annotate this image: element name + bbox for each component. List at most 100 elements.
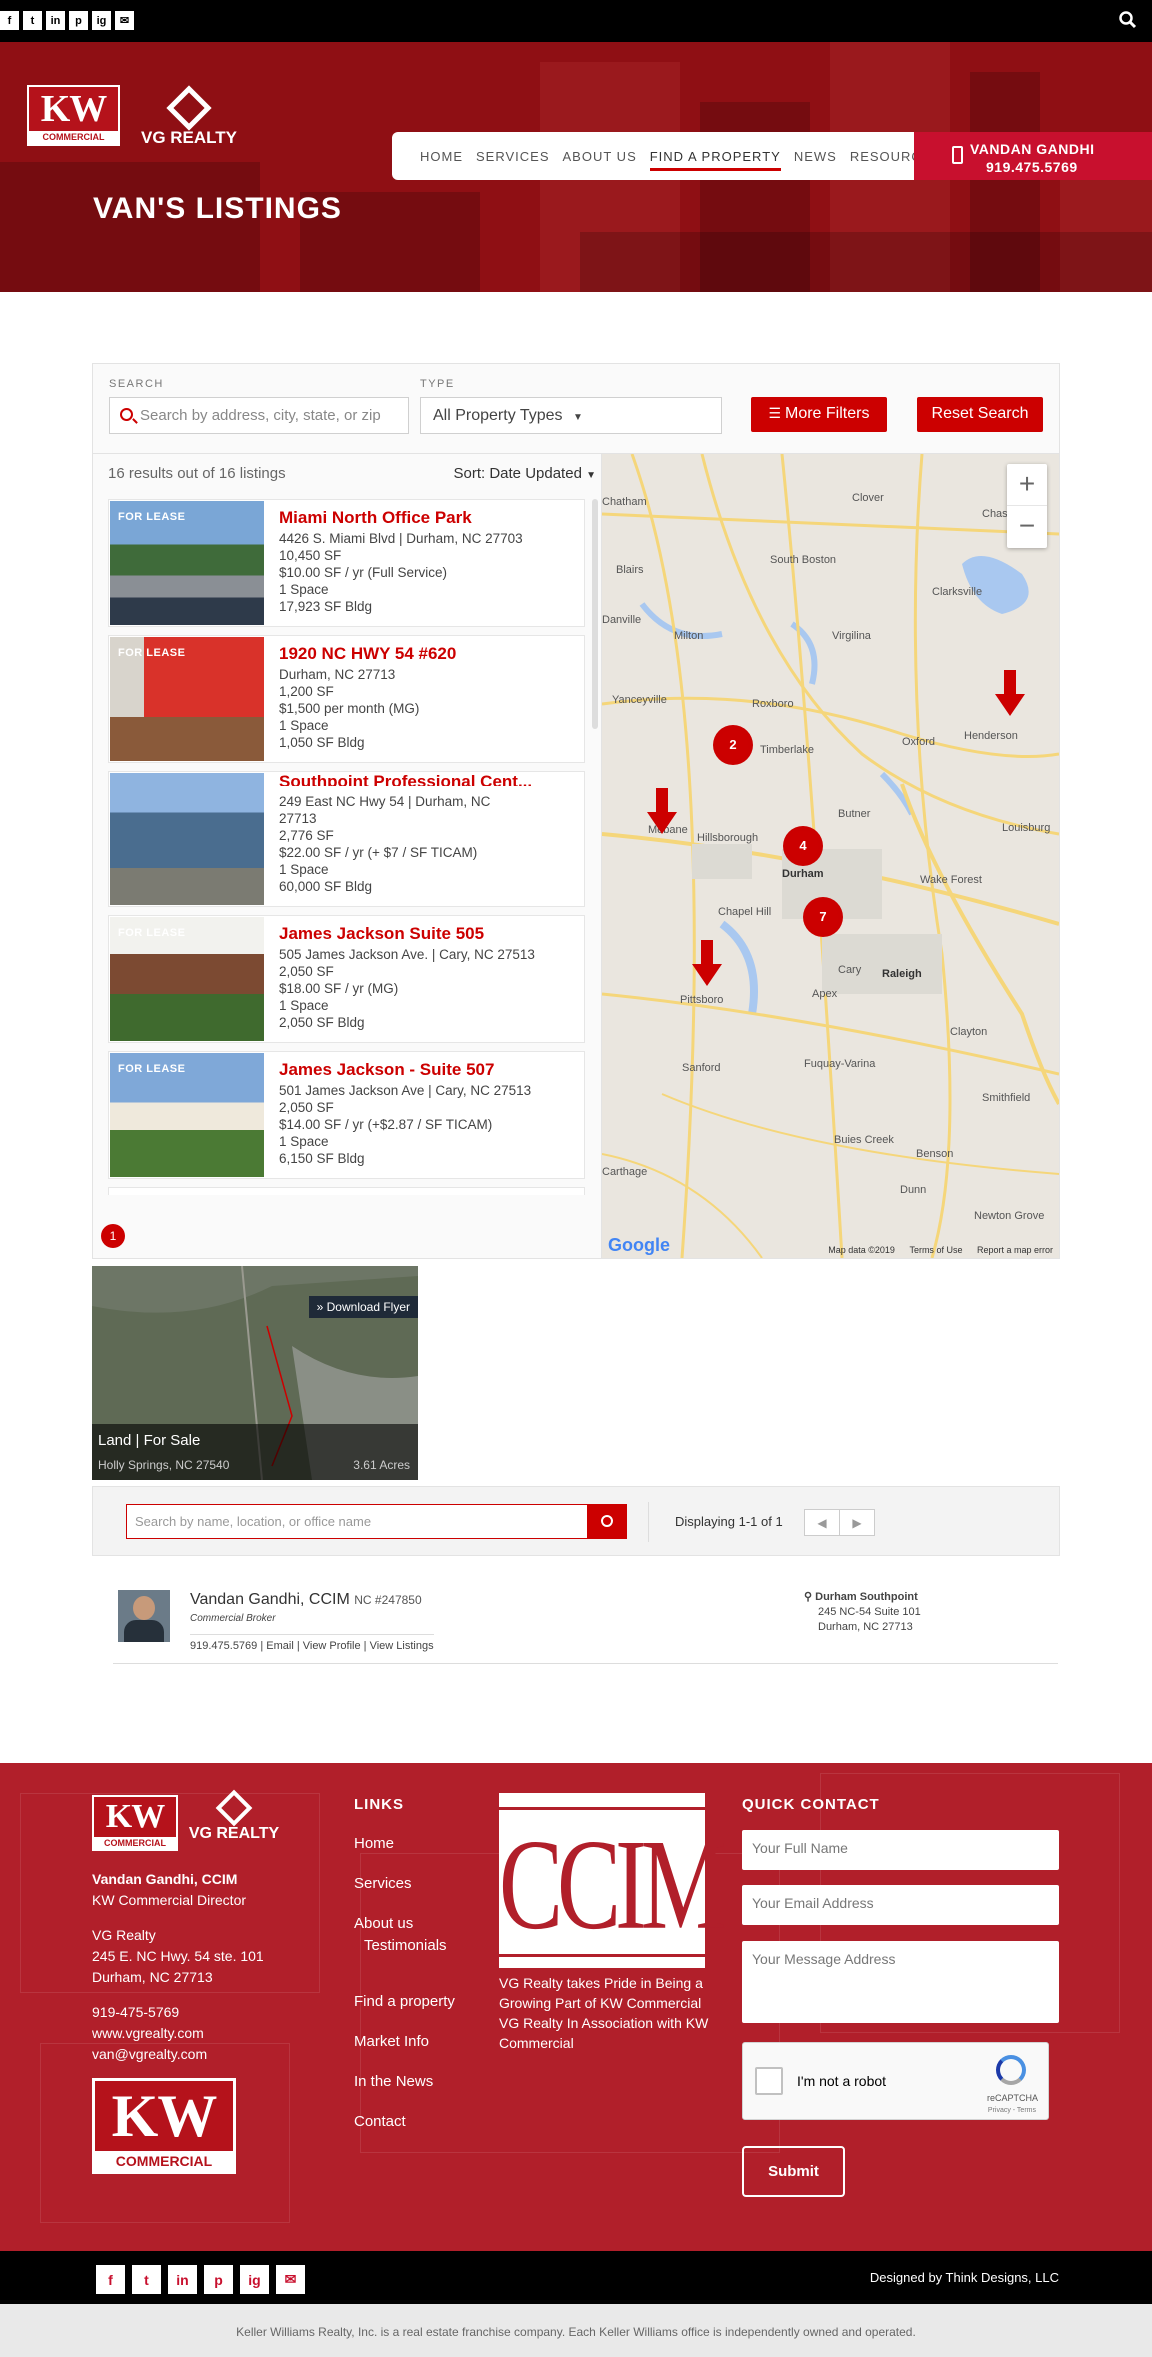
- listing-card[interactable]: FOR LEASE 1920 NC HWY 54 #620 Durham, NC…: [108, 635, 585, 763]
- listing-title[interactable]: 1920 NC HWY 54 #620: [279, 644, 456, 664]
- linkedin-icon[interactable]: in: [168, 2265, 197, 2294]
- facebook-icon[interactable]: f: [0, 11, 19, 30]
- designer-credit[interactable]: Designed by Think Designs, LLC: [870, 2270, 1059, 2285]
- listing-title[interactable]: Miami North Office Park: [279, 508, 472, 528]
- footer-link-market-info[interactable]: Market Info: [354, 2033, 429, 2050]
- nav-about-us[interactable]: ABOUT US: [563, 149, 637, 164]
- listing-spaces: 1 Space: [279, 1134, 329, 1149]
- footer-kw-large-logo[interactable]: KW COMMERCIAL: [92, 2078, 236, 2174]
- linkedin-icon[interactable]: in: [46, 11, 65, 30]
- footer-link-contact[interactable]: Contact: [354, 2113, 406, 2130]
- listing-building-size: 60,000 SF Bldg: [279, 879, 373, 894]
- search-icon: [120, 408, 133, 421]
- recaptcha-checkbox[interactable]: [755, 2067, 783, 2095]
- agent-search-input[interactable]: Search by name, location, or office name: [126, 1504, 588, 1539]
- agent-name[interactable]: Vandan Gandhi, CCIM NC #247850: [190, 1591, 422, 1609]
- map-attribution: Map data ©2019 Terms of Use Report a map…: [816, 1245, 1053, 1255]
- nav-find-a-property[interactable]: FIND A PROPERTY: [649, 149, 781, 171]
- featured-listing[interactable]: » Download Flyer Land | For Sale Holly S…: [92, 1266, 418, 1480]
- footer-social-links: f t in p ig ✉: [96, 2265, 305, 2294]
- listing-card[interactable]: FOR LEASE Miami North Office Park 4426 S…: [108, 499, 585, 627]
- more-filters-button[interactable]: ☰ More Filters: [751, 397, 887, 432]
- agent-search-button[interactable]: [587, 1504, 627, 1539]
- prev-page-button[interactable]: ◀: [804, 1509, 840, 1536]
- listing-building-size: 17,923 SF Bldg: [279, 599, 373, 614]
- address-search-input[interactable]: Search by address, city, state, or zip: [109, 397, 409, 434]
- footer-link-about-us[interactable]: About us: [354, 1915, 413, 1932]
- recaptcha-brand: reCAPTCHA: [986, 2093, 1038, 2103]
- listing-card[interactable]: [108, 1187, 585, 1195]
- pinterest-icon[interactable]: p: [69, 11, 88, 30]
- instagram-icon[interactable]: ig: [92, 11, 111, 30]
- map-label: Virgilina: [832, 630, 871, 642]
- map-cluster[interactable]: 2: [713, 725, 753, 765]
- listing-card[interactable]: FOR LEASE James Jackson - Suite 507 501 …: [108, 1051, 585, 1179]
- map-label: Buies Creek: [834, 1134, 894, 1146]
- footer-website[interactable]: www.vgrealty.com: [92, 2023, 292, 2044]
- footer-link-home[interactable]: Home: [354, 1835, 394, 1852]
- recaptcha-terms[interactable]: Privacy - Terms: [988, 2107, 1036, 2114]
- footer-vg-logo[interactable]: VG REALTY: [184, 1789, 284, 1843]
- list-scrollbar[interactable]: [592, 499, 598, 729]
- avatar[interactable]: [118, 1590, 170, 1642]
- map-terms-link[interactable]: Terms of Use: [909, 1245, 962, 1255]
- listing-title[interactable]: James Jackson Suite 505: [279, 924, 484, 944]
- twitter-icon[interactable]: t: [132, 2265, 161, 2294]
- map-report-link[interactable]: Report a map error: [977, 1245, 1053, 1255]
- email-icon[interactable]: ✉: [115, 11, 134, 30]
- nav-home[interactable]: HOME: [420, 149, 463, 164]
- ccim-logo[interactable]: CCIM: [499, 1793, 726, 1968]
- map-label: Carthage: [602, 1166, 648, 1178]
- listing-title[interactable]: Southpoint Professional Cent...: [279, 772, 532, 786]
- map-marker-icon[interactable]: [995, 670, 1025, 716]
- listing-price: $10.00 SF / yr (Full Service): [279, 565, 448, 580]
- map-marker-icon[interactable]: [647, 788, 677, 834]
- featured-location: Holly Springs, NC 27540: [98, 1458, 230, 1472]
- listing-address: Durham, NC 27713: [279, 667, 396, 682]
- instagram-icon[interactable]: ig: [240, 2265, 269, 2294]
- twitter-icon[interactable]: t: [23, 11, 42, 30]
- nav-services[interactable]: SERVICES: [476, 149, 550, 164]
- listing-card[interactable]: Southpoint Professional Cent... 249 East…: [108, 771, 585, 907]
- map-marker-icon[interactable]: [692, 940, 722, 986]
- message-field[interactable]: Your Message Address: [742, 1941, 1059, 2023]
- property-type-select[interactable]: All Property Types ▼: [420, 397, 722, 434]
- full-name-field[interactable]: Your Full Name: [742, 1830, 1059, 1870]
- map-label: Blairs: [616, 564, 644, 576]
- kw-commercial-logo[interactable]: KW COMMERCIAL: [27, 85, 120, 146]
- footer-kw-logo[interactable]: KW COMMERCIAL: [92, 1795, 178, 1851]
- results-list: 16 results out of 16 listings Sort: Date…: [93, 454, 602, 1258]
- footer-phone[interactable]: 919-475-5769: [92, 2002, 292, 2023]
- footer-link-services[interactable]: Services: [354, 1875, 412, 1892]
- zoom-out-button[interactable]: −: [1007, 506, 1047, 548]
- contact-phone-box[interactable]: VANDAN GANDHI 919.475.5769: [914, 132, 1152, 180]
- search-icon[interactable]: [1118, 10, 1138, 30]
- reset-search-button[interactable]: Reset Search: [917, 397, 1043, 432]
- nav-news[interactable]: NEWS: [794, 149, 837, 164]
- pinterest-icon[interactable]: p: [204, 2265, 233, 2294]
- footer-link-find-a-property[interactable]: Find a property: [354, 1993, 455, 2010]
- map-cluster[interactable]: 4: [783, 826, 823, 866]
- agent-links[interactable]: 919.475.5769 | Email | View Profile | Vi…: [190, 1634, 434, 1652]
- footer-link-in-the-news[interactable]: In the News: [354, 2073, 433, 2090]
- footer-email[interactable]: van@vgrealty.com: [92, 2044, 292, 2065]
- footer-link-testimonials[interactable]: Testimonials: [364, 1937, 447, 1954]
- download-flyer-button[interactable]: » Download Flyer: [308, 1296, 418, 1318]
- listing-title[interactable]: James Jackson - Suite 507: [279, 1060, 494, 1080]
- zoom-in-button[interactable]: +: [1007, 464, 1047, 506]
- google-logo-text: Google: [608, 1235, 670, 1255]
- sort-dropdown[interactable]: Sort: Date Updated ▼: [454, 465, 597, 482]
- property-type-value: All Property Types: [433, 407, 563, 424]
- next-page-button[interactable]: ▶: [839, 1509, 875, 1536]
- email-field[interactable]: Your Email Address: [742, 1885, 1059, 1925]
- submit-button[interactable]: Submit: [742, 2146, 845, 2197]
- listings-map[interactable]: Chatham Clover Chase City Blairs South B…: [602, 454, 1059, 1258]
- facebook-icon[interactable]: f: [96, 2265, 125, 2294]
- page-1-button[interactable]: 1: [101, 1224, 125, 1248]
- map-cluster[interactable]: 7: [803, 897, 843, 937]
- email-icon[interactable]: ✉: [276, 2265, 305, 2294]
- listing-card[interactable]: FOR LEASE James Jackson Suite 505 505 Ja…: [108, 915, 585, 1043]
- listing-building-size: 2,050 SF Bldg: [279, 1015, 365, 1030]
- vg-realty-logo[interactable]: VG REALTY: [134, 85, 244, 148]
- google-logo[interactable]: Google: [608, 1235, 670, 1256]
